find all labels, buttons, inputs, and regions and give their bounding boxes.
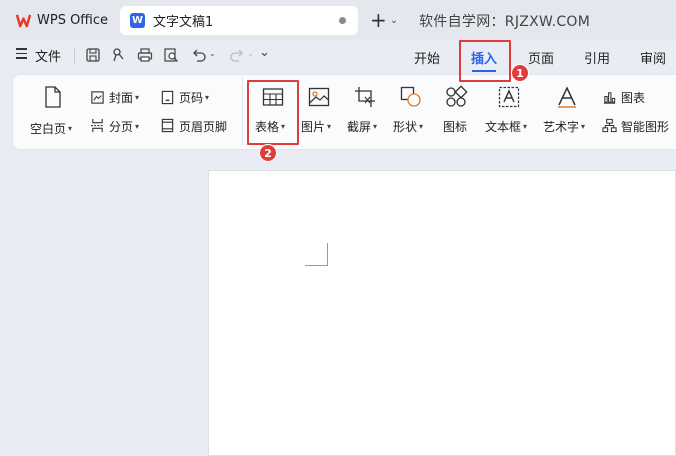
blank-page-icon: [45, 86, 61, 108]
chevron-down-icon: ▾: [581, 122, 586, 131]
header-footer-icon: [161, 118, 174, 133]
textbox-label: 文本框: [485, 120, 522, 134]
wordart-label: 艺术字: [543, 120, 580, 134]
cover-icon: [91, 91, 104, 104]
print-preview-icon[interactable]: [162, 46, 180, 64]
cover-label: 封面: [109, 91, 134, 105]
document-tab-label: 文字文稿1: [153, 15, 214, 30]
redo-dropdown-icon: ⌄: [247, 49, 254, 58]
screenshot-label: 截屏: [347, 120, 372, 134]
chevron-down-icon: ▾: [373, 122, 378, 131]
format-painter-icon[interactable]: [110, 46, 128, 64]
screenshot-icon: [355, 87, 375, 107]
shape-icon: [400, 86, 421, 107]
tab-page[interactable]: 页面: [528, 48, 554, 67]
writer-doc-icon: W: [130, 13, 145, 28]
file-menu[interactable]: 文件: [35, 46, 61, 65]
page-number-icon: [161, 90, 174, 105]
hamburger-menu-icon[interactable]: [15, 48, 27, 62]
undo-dropdown-icon[interactable]: ⌄: [209, 49, 216, 58]
document-tab[interactable]: W 文字文稿1: [120, 6, 358, 35]
app-tab-label: WPS Office: [37, 13, 109, 28]
icon-library-icon: [446, 85, 468, 107]
print-icon[interactable]: [136, 46, 154, 64]
tab-references[interactable]: 引用: [584, 48, 610, 67]
chevron-down-icon: ▾: [419, 122, 424, 131]
textbox-icon: [498, 86, 520, 108]
divider: [74, 48, 75, 64]
undo-icon[interactable]: [190, 46, 208, 64]
table-button-highlight: [247, 80, 299, 145]
chevron-down-icon: ▾: [135, 93, 140, 102]
insert-tab-highlight: [459, 40, 511, 82]
margin-corner-mark: [327, 243, 328, 265]
unsaved-dot-icon[interactable]: [339, 17, 346, 24]
chevron-down-icon: ⌄: [389, 14, 399, 26]
shape-label: 形状: [393, 120, 418, 134]
chevron-down-icon: ▾: [205, 93, 210, 102]
page-number-label: 页码: [179, 91, 204, 105]
document-page[interactable]: [208, 170, 676, 456]
insert-ribbon: 空白页 ▾ 封面 ▾ 分页 ▾ 页码 ▾ 页眉页脚 表格 ▾ 图片 ▾ 截屏 ▾…: [12, 74, 676, 150]
step-badge-1: 1: [511, 64, 529, 82]
smartart-label: 智能图形: [621, 120, 670, 134]
step-badge-2: 2: [259, 144, 277, 162]
new-tab-button[interactable]: + ⌄: [370, 8, 406, 32]
save-icon[interactable]: [84, 46, 102, 64]
more-chevron-icon[interactable]: ⌄: [259, 45, 270, 60]
tab-home[interactable]: 开始: [414, 48, 440, 67]
title-bar: WPS Office W 文字文稿1 + ⌄ 软件自学网：RJZXW.COM: [0, 0, 676, 40]
picture-icon: [308, 87, 330, 107]
chevron-down-icon: ▾: [327, 122, 332, 131]
header-footer-label: 页眉页脚: [179, 120, 228, 134]
chart-label: 图表: [621, 91, 646, 105]
blank-page-label: 空白页: [30, 122, 67, 136]
margin-corner-mark: [305, 265, 328, 266]
redo-icon: [230, 49, 243, 62]
chevron-down-icon: ▾: [523, 122, 528, 131]
chevron-down-icon: ▾: [68, 124, 73, 133]
watermark-text: 软件自学网：RJZXW.COM: [419, 14, 591, 30]
wordart-icon: [558, 86, 576, 108]
chart-icon: [603, 92, 616, 104]
icon-library-label: 图标: [443, 120, 468, 134]
smartart-icon: [602, 118, 617, 133]
divider: [242, 77, 243, 145]
wps-logo-icon: [16, 14, 31, 28]
page-break-icon: [90, 118, 105, 133]
wps-home-tab[interactable]: WPS Office: [8, 7, 114, 34]
picture-label: 图片: [301, 120, 326, 134]
menu-bar: 文件 ⌄ ⌄ ⌄ 开始 插入 页面 引用 审阅: [0, 40, 676, 72]
tab-review[interactable]: 审阅: [640, 48, 666, 67]
page-break-label: 分页: [109, 120, 134, 134]
plus-icon: +: [370, 8, 387, 32]
doc-icon-letter: W: [131, 15, 144, 26]
chevron-down-icon: ▾: [135, 122, 140, 131]
